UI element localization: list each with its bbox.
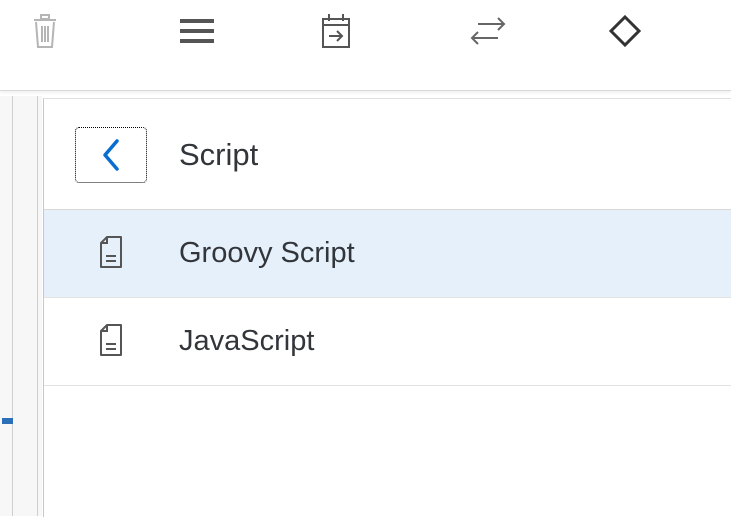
- sap-logo-icon: [2, 418, 13, 424]
- calendar-button[interactable]: [313, 8, 359, 54]
- list-item-groovy-script[interactable]: Groovy Script: [44, 210, 731, 298]
- document-icon: [100, 324, 122, 356]
- menu-button[interactable]: [174, 8, 220, 54]
- popover-header: Script: [44, 99, 731, 210]
- list-item-javascript[interactable]: JavaScript: [44, 298, 731, 386]
- script-popover: Script Groovy Script JavaScript: [43, 98, 731, 517]
- swap-button[interactable]: [465, 8, 511, 54]
- delete-icon: [34, 14, 56, 48]
- chevron-left-icon: [103, 139, 119, 171]
- swap-icon: [470, 17, 506, 45]
- divider: [12, 96, 13, 516]
- back-button[interactable]: [75, 127, 147, 183]
- diamond-button[interactable]: [602, 8, 648, 54]
- list-item-label: JavaScript: [179, 325, 315, 357]
- calendar-icon: [322, 14, 350, 48]
- diamond-icon: [608, 14, 642, 48]
- divider: [37, 96, 38, 516]
- list-item-label: Groovy Script: [179, 237, 355, 269]
- canvas-edge: [0, 96, 42, 516]
- delete-button[interactable]: [22, 8, 68, 54]
- popover-title: Script: [179, 137, 259, 172]
- toolbar: [0, 0, 731, 91]
- document-icon: [100, 236, 122, 268]
- menu-icon: [180, 19, 214, 43]
